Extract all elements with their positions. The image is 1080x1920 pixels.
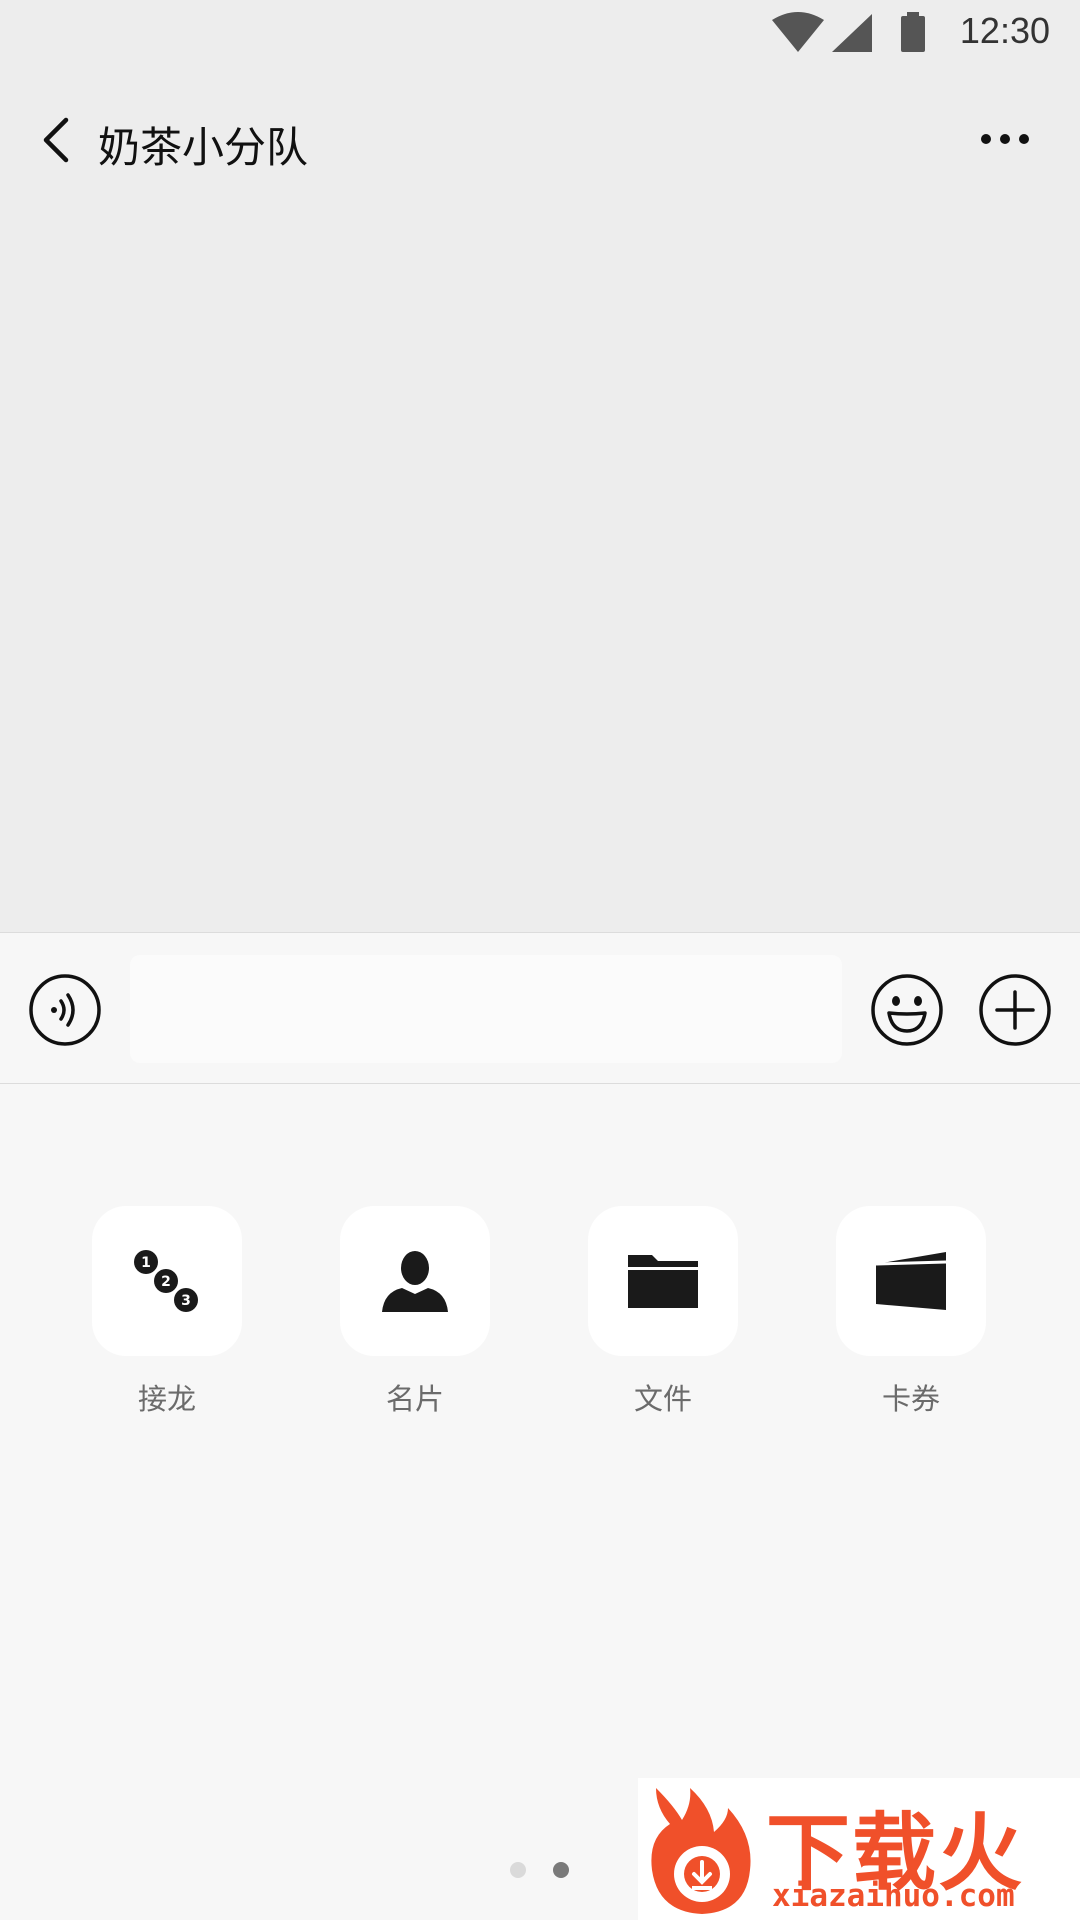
- tool-tile[interactable]: [340, 1206, 490, 1356]
- emoji-icon[interactable]: [870, 973, 944, 1047]
- message-list[interactable]: [0, 190, 1080, 932]
- tool-file[interactable]: 文件: [588, 1206, 738, 1418]
- voice-input-icon[interactable]: [28, 973, 102, 1047]
- svg-text:1: 1: [141, 1255, 151, 1271]
- tool-label: 名片: [385, 1382, 444, 1416]
- tool-solitaire[interactable]: 1 2 3 接龙: [92, 1206, 242, 1418]
- watermark-url-text: xiazaihuo.com: [772, 1878, 1015, 1914]
- tool-label: 卡券: [881, 1382, 940, 1416]
- status-time: 12:30: [959, 10, 1050, 51]
- tool-card-wallet[interactable]: 卡券: [836, 1206, 986, 1418]
- tool-label: 文件: [633, 1382, 692, 1416]
- svg-text:3: 3: [181, 1293, 191, 1309]
- chat-header: 奶茶小分队: [0, 90, 1080, 190]
- card-wallet-icon: [875, 1252, 947, 1310]
- back-arrow-icon[interactable]: [40, 116, 72, 164]
- tool-tile[interactable]: [588, 1206, 738, 1356]
- page-dot-inactive[interactable]: [510, 1862, 526, 1878]
- message-input[interactable]: [130, 955, 842, 1063]
- more-options-icon[interactable]: [980, 132, 1030, 146]
- chat-title: 奶茶小分队: [98, 123, 309, 172]
- tool-tile[interactable]: [836, 1206, 986, 1356]
- wifi-icon: [772, 12, 824, 52]
- watermark: 下载火 xiazaihuo.com: [638, 1778, 1080, 1920]
- signal-icon: [832, 14, 872, 52]
- page-dot-active[interactable]: [553, 1862, 569, 1878]
- status-bar: 12:30: [0, 0, 1080, 64]
- tool-tile[interactable]: 1 2 3: [92, 1206, 242, 1356]
- tool-contact-card[interactable]: 名片: [340, 1206, 490, 1418]
- svg-text:2: 2: [161, 1274, 171, 1290]
- flame-logo-icon: [651, 1788, 751, 1914]
- input-bar: [0, 932, 1080, 1084]
- folder-icon: [628, 1255, 698, 1308]
- battery-icon: [901, 12, 925, 52]
- tool-label: 接龙: [137, 1382, 196, 1416]
- contact-card-icon: [382, 1251, 448, 1312]
- plus-icon[interactable]: [978, 973, 1052, 1047]
- solitaire-123-icon: 1 2 3: [134, 1250, 198, 1312]
